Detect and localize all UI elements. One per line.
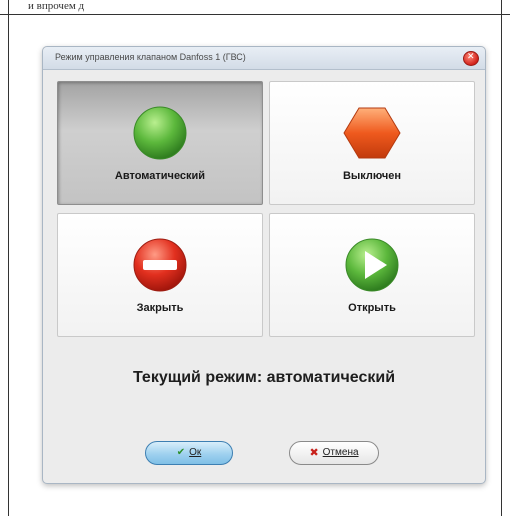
- checkmark-icon: ✔: [176, 447, 186, 458]
- red-minus-circle-icon: [133, 238, 187, 292]
- mode-open-label: Открыть: [348, 302, 396, 314]
- current-mode-status: Текущий режим: автоматический: [132, 369, 396, 386]
- dialog-title: Режим управления клапаном Danfoss 1 (ГВС…: [55, 52, 246, 62]
- dialog-titlebar: Режим управления клапаном Danfoss 1 (ГВС…: [43, 47, 485, 70]
- mode-open-button[interactable]: Открыть: [269, 213, 475, 337]
- document-top-text: и впрочем д: [28, 0, 85, 12]
- table-border-top: [0, 14, 510, 15]
- mode-close-button[interactable]: Закрыть: [57, 213, 263, 337]
- mode-close-label: Закрыть: [136, 302, 184, 314]
- green-circle-icon: [133, 106, 187, 160]
- mode-automatic-label: Автоматический: [114, 170, 206, 182]
- mode-off-button[interactable]: Выключен: [269, 81, 475, 205]
- table-border-left: [8, 0, 9, 516]
- cancel-button-label: Отмена: [322, 447, 359, 458]
- green-play-circle-icon: [345, 238, 399, 292]
- valve-mode-dialog: Режим управления клапаном Danfoss 1 (ГВС…: [42, 46, 486, 484]
- mode-off-label: Выключен: [342, 170, 402, 182]
- table-border-right: [501, 0, 502, 516]
- ok-button[interactable]: ✔ Ок: [145, 441, 233, 465]
- cross-icon: ✖: [309, 446, 319, 459]
- orange-hexagon-icon: [343, 107, 401, 159]
- close-icon[interactable]: [463, 51, 479, 66]
- ok-button-label: Ок: [189, 447, 202, 458]
- mode-automatic-button[interactable]: Автоматический: [57, 81, 263, 205]
- cancel-button[interactable]: ✖ Отмена: [289, 441, 379, 465]
